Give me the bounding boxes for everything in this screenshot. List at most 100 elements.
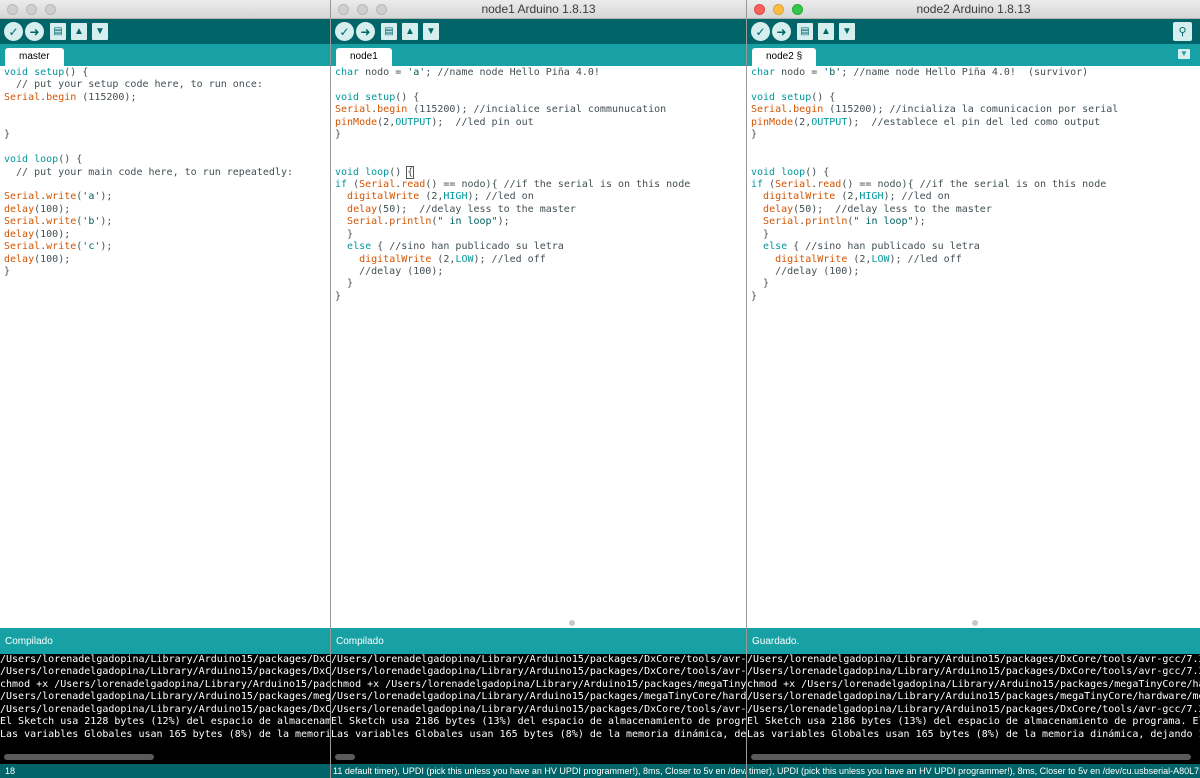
close-window-button[interactable] [7,4,18,15]
tab-sketch[interactable]: node1 [336,48,392,66]
code-line: // put your main code here, to run repea… [4,167,293,179]
code-token: ); //establece el pin del led como outpu… [847,116,1101,128]
code-token: write [46,241,77,253]
verify-button[interactable]: ✓ [4,22,23,41]
console-scrollbar[interactable] [747,750,1200,764]
save-sketch-button[interactable]: ▼ [839,23,855,40]
console-scrollbar[interactable] [0,750,330,764]
console-output[interactable]: /Users/lorenadelgadopina/Library/Arduino… [331,654,746,764]
code-token: (50); //delay less to the master [793,203,992,215]
new-file-icon: ▤ [53,26,63,37]
code-token: () { [395,91,420,103]
code-token: ); [497,216,510,228]
new-file-icon: ▤ [800,26,810,37]
code-line: } [751,291,1118,303]
code-token: } [335,129,342,141]
code-line: void setup() { [4,67,293,79]
code-line: pinMode(2,OUTPUT); //led pin out [335,117,690,129]
code-editor[interactable]: char nodo = 'b'; //name node Hello Piña … [747,66,1200,628]
console-line: /Users/lorenadelgadopina/Library/Arduino… [331,691,746,703]
code-line: } [751,129,1118,141]
open-sketch-button[interactable]: ▲ [71,23,87,40]
node1-window: node1 Arduino 1.8.13 ✓ ➜ ▤ ▲ ▼ node1 cha… [330,0,746,778]
code-token: 'c' [82,241,101,253]
upload-button[interactable]: ➜ [772,22,791,41]
minimize-window-button[interactable] [357,4,368,15]
new-sketch-button[interactable]: ▤ [50,23,66,40]
upload-button[interactable]: ➜ [356,22,375,41]
tab-sketch[interactable]: node2 § [752,48,817,66]
save-arrow-down-icon: ▼ [842,26,852,37]
new-sketch-button[interactable]: ▤ [797,23,813,40]
title-bar[interactable]: node1 Arduino 1.8.13 [331,0,746,19]
open-sketch-button[interactable]: ▲ [402,23,418,40]
console-text: /Users/lorenadelgadopina/Library/Arduino… [331,654,746,741]
scrollbar-thumb[interactable] [4,754,154,760]
verify-button[interactable]: ✓ [751,22,770,41]
code-token: 'a' [407,67,426,78]
code-line: pinMode(2,OUTPUT); //establece el pin de… [751,117,1118,129]
open-sketch-button[interactable]: ▲ [818,23,834,40]
tab-sketch[interactable]: master [5,48,64,66]
status-bar: Guardado. [747,628,1200,654]
console-line: chmod +x /Users/lorenadelgadopina/Librar… [0,678,330,690]
zoom-window-button[interactable] [45,4,56,15]
console-line: Las variables Globales usan 165 bytes (8… [0,728,330,740]
scrollbar-thumb[interactable] [335,754,355,760]
save-sketch-button[interactable]: ▼ [423,23,439,40]
title-bar[interactable]: node2 Arduino 1.8.13 [747,0,1200,19]
code-token: ); //led on [467,191,534,203]
resize-handle[interactable] [972,620,978,626]
code-token: void [751,91,776,103]
code-token: 'b' [823,67,842,78]
minimize-window-button[interactable] [26,4,37,15]
code-token: // put your setup code here, to run once… [4,79,263,91]
code-editor[interactable]: void setup() { // put your setup code he… [0,66,330,628]
checkmark-icon: ✓ [8,24,19,39]
code-token: delay [4,253,35,265]
title-bar[interactable] [0,0,330,19]
scrollbar-thumb[interactable] [751,754,1191,760]
console-line: /Users/lorenadelgadopina/Library/Arduino… [0,666,330,678]
console-output[interactable]: /Users/lorenadelgadopina/Library/Arduino… [747,654,1200,764]
console-scrollbar[interactable] [331,750,746,764]
window-controls [7,4,56,15]
status-bar: Compilado [0,628,330,654]
code-editor[interactable]: char nodo = 'a'; //name node Hello Piña … [331,66,746,628]
resize-handle[interactable] [569,620,575,626]
window-title: node2 Arduino 1.8.13 [916,2,1031,16]
tab-menu-button[interactable]: ▼ [1178,49,1190,59]
code-token: write [46,191,77,203]
console-line: /Users/lorenadelgadopina/Library/Arduino… [331,703,746,715]
close-window-button[interactable] [338,4,349,15]
code-token: (100); [34,228,71,240]
verify-button[interactable]: ✓ [335,22,354,41]
zoom-window-button[interactable] [376,4,387,15]
save-sketch-button[interactable]: ▼ [92,23,108,40]
new-sketch-button[interactable]: ▤ [381,23,397,40]
code-token: digitalWrite [763,191,836,203]
code-token: ); [100,241,113,253]
code-line: Serial.begin (115200); //incialice seria… [335,104,690,116]
serial-monitor-button[interactable]: ⚲ [1173,22,1192,41]
zoom-window-button[interactable] [792,4,803,15]
code-text: char nodo = 'a'; //name node Hello Piña … [335,67,690,303]
minimize-window-button[interactable] [773,4,784,15]
code-token: nodo = [775,67,824,78]
console-output[interactable]: /Users/lorenadelgadopina/Library/Arduino… [0,654,330,764]
code-token: ); //led pin out [431,116,534,128]
close-window-button[interactable] [754,4,765,15]
code-line: Serial.write('b'); [4,216,293,228]
new-file-icon: ▤ [384,26,394,37]
code-token: " in loop" [437,216,498,228]
code-token: nodo = [359,67,408,78]
code-line: Serial.println(" in loop"); [335,216,690,228]
code-line: //delay (100); [751,266,1118,278]
open-arrow-up-icon: ▲ [821,26,831,37]
code-token: ); [100,216,113,228]
upload-button[interactable]: ➜ [25,22,44,41]
code-text: char nodo = 'b'; //name node Hello Piña … [751,67,1118,303]
console-line: chmod +x /Users/lorenadelgadopina/Librar… [331,678,746,690]
